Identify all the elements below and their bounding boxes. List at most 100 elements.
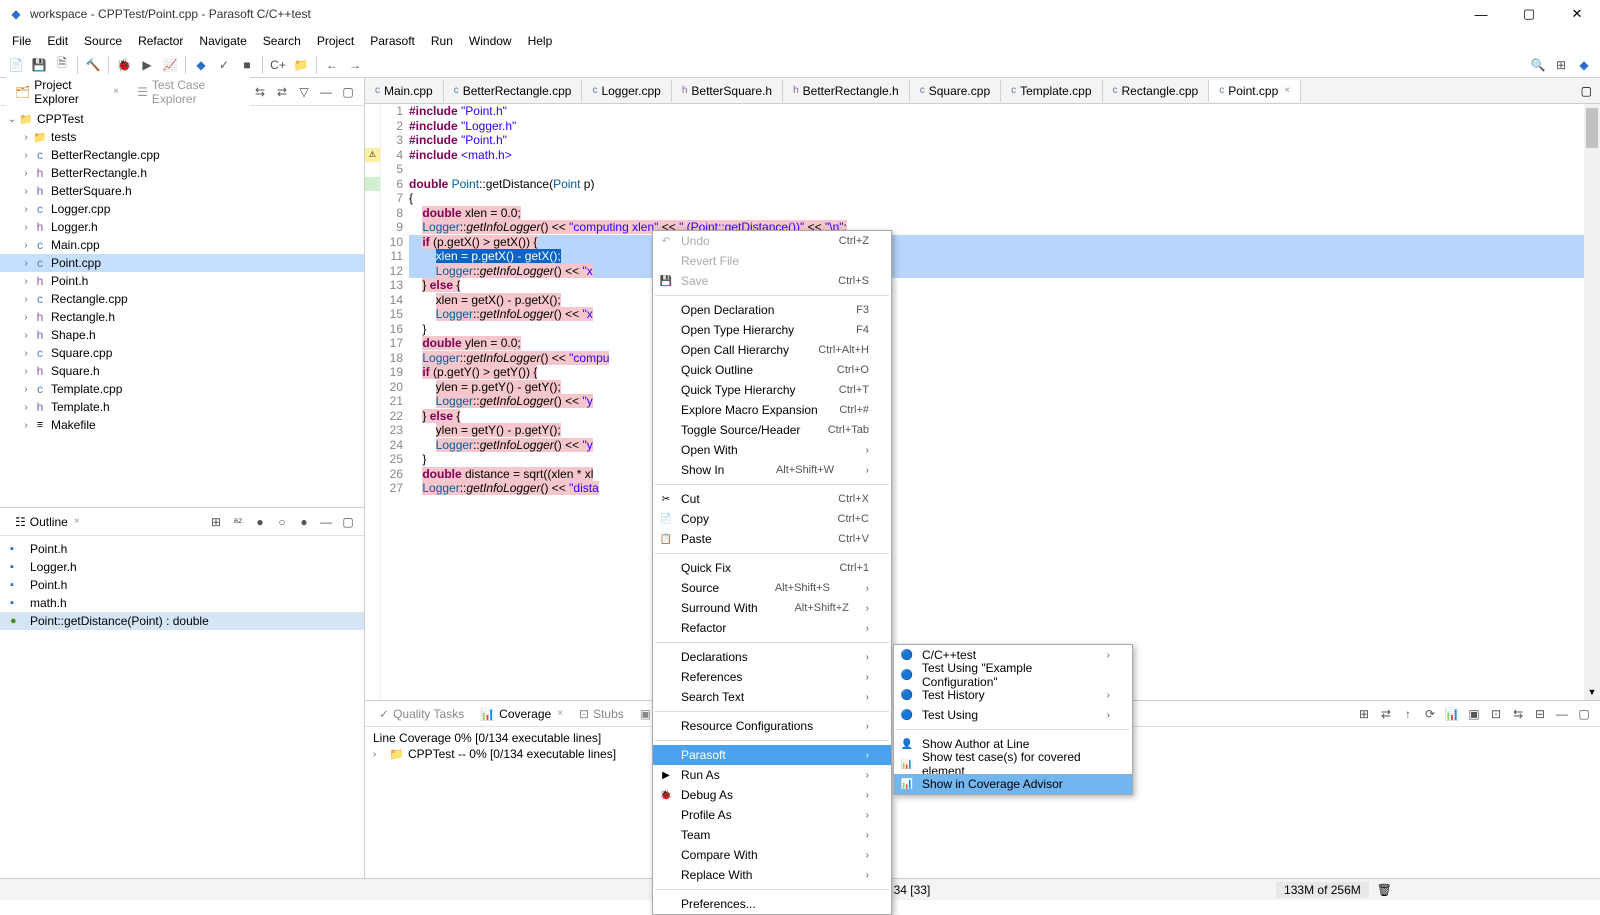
ctx-declarations[interactable]: Declarations› bbox=[653, 647, 891, 667]
minimize-button[interactable]: — bbox=[1466, 4, 1496, 24]
back-icon[interactable]: ← bbox=[322, 55, 342, 75]
close-icon[interactable]: × bbox=[113, 86, 119, 97]
code-line-15[interactable]: Logger::getInfoLogger() << "x nce())" <<… bbox=[409, 307, 1600, 322]
ctx-debug-as[interactable]: 🐞Debug As› bbox=[653, 785, 891, 805]
scroll-down-icon[interactable]: ▼ bbox=[1584, 684, 1600, 700]
profile-icon[interactable]: 📈 bbox=[160, 55, 180, 75]
gc-icon[interactable]: 🗑 bbox=[1369, 883, 1400, 897]
tree-file-Rectangle-h[interactable]: ›hRectangle.h bbox=[0, 308, 364, 326]
panel-tool-6[interactable]: ⊡ bbox=[1486, 704, 1506, 724]
menu-navigate[interactable]: Navigate bbox=[191, 31, 254, 51]
menu-run[interactable]: Run bbox=[423, 31, 461, 51]
ctx-show-in[interactable]: Show InAlt+Shift+W› bbox=[653, 460, 891, 480]
ctx-compare-with[interactable]: Compare With› bbox=[653, 845, 891, 865]
tree-file-tests[interactable]: ›📁tests bbox=[0, 128, 364, 146]
tree-file-Square-h[interactable]: ›hSquare.h bbox=[0, 362, 364, 380]
editor-tab-Logger-cpp[interactable]: cLogger.cpp bbox=[582, 80, 671, 102]
tree-file-Logger-cpp[interactable]: ›cLogger.cpp bbox=[0, 200, 364, 218]
panel-tool-10[interactable]: ▢ bbox=[1574, 704, 1594, 724]
ctx-explore-macro-expansion[interactable]: Explore Macro ExpansionCtrl+# bbox=[653, 400, 891, 420]
minimize-pane-icon[interactable]: — bbox=[316, 82, 336, 102]
menu-source[interactable]: Source bbox=[76, 31, 130, 51]
tree-file-Rectangle-cpp[interactable]: ›cRectangle.cpp bbox=[0, 290, 364, 308]
code-line-14[interactable]: xlen = getX() - p.getX(); bbox=[409, 293, 1600, 308]
editor-tab-Rectangle-cpp[interactable]: cRectangle.cpp bbox=[1103, 80, 1210, 102]
new-class-icon[interactable]: C+ bbox=[268, 55, 288, 75]
code-line-7[interactable]: { bbox=[409, 191, 1600, 206]
code-line-18[interactable]: Logger::getInfoLogger() << "compu ())" <… bbox=[409, 351, 1600, 366]
panel-tool-1[interactable]: ⇄ bbox=[1376, 704, 1396, 724]
ctx-replace-with[interactable]: Replace With› bbox=[653, 865, 891, 885]
parasoft-icon[interactable]: ◆ bbox=[191, 55, 211, 75]
ctx-profile-as[interactable]: Profile As› bbox=[653, 805, 891, 825]
panel-tool-8[interactable]: ⊟ bbox=[1530, 704, 1550, 724]
tree-file-BetterSquare-h[interactable]: ›hBetterSquare.h bbox=[0, 182, 364, 200]
ctx-preferences-[interactable]: Preferences... bbox=[653, 894, 891, 914]
menu-refactor[interactable]: Refactor bbox=[130, 31, 191, 51]
code-editor[interactable]: ⚠ 12345678910111213141516171819202122232… bbox=[365, 104, 1600, 700]
save-all-icon[interactable]: 🗎 bbox=[52, 55, 72, 75]
menu-edit[interactable]: Edit bbox=[39, 31, 76, 51]
panel-tab-stubs[interactable]: ⊡Stubs bbox=[571, 704, 632, 724]
code-line-6[interactable]: double Point::getDistance(Point p) bbox=[409, 177, 1600, 192]
tree-file-Point-cpp[interactable]: ›cPoint.cpp bbox=[0, 254, 364, 272]
panel-tool-4[interactable]: 📊 bbox=[1442, 704, 1462, 724]
build-icon[interactable]: 🔨 bbox=[83, 55, 103, 75]
maximize-button[interactable]: ▢ bbox=[1514, 4, 1544, 24]
editor-tab-Main-cpp[interactable]: cMain.cpp bbox=[365, 80, 444, 102]
code-line-19[interactable]: if (p.getY() > getY()) { bbox=[409, 365, 1600, 380]
ctx-team[interactable]: Team› bbox=[653, 825, 891, 845]
maximize-editor-icon[interactable]: ▢ bbox=[1573, 80, 1600, 102]
close-button[interactable]: ✕ bbox=[1562, 4, 1592, 24]
group-icon[interactable]: — bbox=[316, 512, 336, 532]
perspective-icon[interactable]: ⊞ bbox=[1551, 55, 1571, 75]
parasoft-submenu[interactable]: 🔵C/C++test›🔵Test Using "Example Configur… bbox=[893, 644, 1133, 795]
editor-tab-Point-cpp[interactable]: cPoint.cpp× bbox=[1209, 80, 1301, 102]
tree-file-Makefile[interactable]: ›≡Makefile bbox=[0, 416, 364, 434]
code-line-23[interactable]: ylen = getY() - p.getY(); bbox=[409, 423, 1600, 438]
editor-tab-BetterRectangle-h[interactable]: hBetterRectangle.h bbox=[783, 80, 910, 102]
scroll-thumb[interactable] bbox=[1586, 108, 1598, 148]
tree-file-Template-h[interactable]: ›hTemplate.h bbox=[0, 398, 364, 416]
ctx-open-with[interactable]: Open With› bbox=[653, 440, 891, 460]
max2-icon[interactable]: ▢ bbox=[338, 512, 358, 532]
code-line-17[interactable]: double ylen = 0.0; bbox=[409, 336, 1600, 351]
tree-file-Main-cpp[interactable]: ›cMain.cpp bbox=[0, 236, 364, 254]
search-icon[interactable]: 🔍 bbox=[1528, 55, 1548, 75]
ctx-toggle-source-header[interactable]: Toggle Source/HeaderCtrl+Tab bbox=[653, 420, 891, 440]
az-icon[interactable]: ᵃᶻ bbox=[228, 512, 248, 532]
ctx-open-call-hierarchy[interactable]: Open Call HierarchyCtrl+Alt+H bbox=[653, 340, 891, 360]
ctx-test-using-example-configuration-[interactable]: 🔵Test Using "Example Configuration" bbox=[894, 665, 1132, 685]
ctx-quick-fix[interactable]: Quick FixCtrl+1 bbox=[653, 558, 891, 578]
ctx-show-in-coverage-advisor[interactable]: 📊Show in Coverage Advisor bbox=[894, 774, 1132, 794]
save-icon[interactable]: 💾 bbox=[29, 55, 49, 75]
forward-icon[interactable]: → bbox=[345, 55, 365, 75]
stop-icon[interactable]: ■ bbox=[237, 55, 257, 75]
filter2-icon[interactable]: ○ bbox=[272, 512, 292, 532]
context-menu[interactable]: ↶UndoCtrl+ZRevert File💾SaveCtrl+SOpen De… bbox=[652, 230, 892, 915]
menu-parasoft[interactable]: Parasoft bbox=[362, 31, 423, 51]
menu-file[interactable]: File bbox=[4, 31, 39, 51]
code-line-4[interactable]: #include <math.h> bbox=[409, 148, 1600, 163]
test-case-explorer-tab[interactable]: ☰ Test Case Explorer bbox=[128, 74, 250, 110]
menu-search[interactable]: Search bbox=[255, 31, 309, 51]
ctx-quick-type-hierarchy[interactable]: Quick Type HierarchyCtrl+T bbox=[653, 380, 891, 400]
code-line-27[interactable]: Logger::getInfoLogger() << "dista istanc… bbox=[409, 481, 1600, 496]
ctx-open-declaration[interactable]: Open DeclarationF3 bbox=[653, 300, 891, 320]
new-icon[interactable]: 📄 bbox=[6, 55, 26, 75]
ctx-paste[interactable]: 📋PasteCtrl+V bbox=[653, 529, 891, 549]
ctx-test-using[interactable]: 🔵Test Using› bbox=[894, 705, 1132, 725]
tree-file-BetterRectangle-cpp[interactable]: ›cBetterRectangle.cpp bbox=[0, 146, 364, 164]
editor-tab-BetterRectangle-cpp[interactable]: cBetterRectangle.cpp bbox=[444, 80, 583, 102]
panel-tool-9[interactable]: — bbox=[1552, 704, 1572, 724]
editor-tab-BetterSquare-h[interactable]: hBetterSquare.h bbox=[672, 80, 783, 102]
tree-file-Shape-h[interactable]: ›hShape.h bbox=[0, 326, 364, 344]
panel-tool-7[interactable]: ⇆ bbox=[1508, 704, 1528, 724]
outline-include[interactable]: ▪Logger.h bbox=[0, 558, 364, 576]
code-line-9[interactable]: Logger::getInfoLogger() << "computing xl… bbox=[409, 220, 1600, 235]
outline-include[interactable]: ▪math.h bbox=[0, 594, 364, 612]
panel-tool-3[interactable]: ⟳ bbox=[1420, 704, 1440, 724]
project-tree[interactable]: ⌄📁CPPTest›📁tests›cBetterRectangle.cpp›hB… bbox=[0, 106, 364, 507]
panel-tool-0[interactable]: ⊞ bbox=[1354, 704, 1374, 724]
panel-tool-2[interactable]: ↑ bbox=[1398, 704, 1418, 724]
